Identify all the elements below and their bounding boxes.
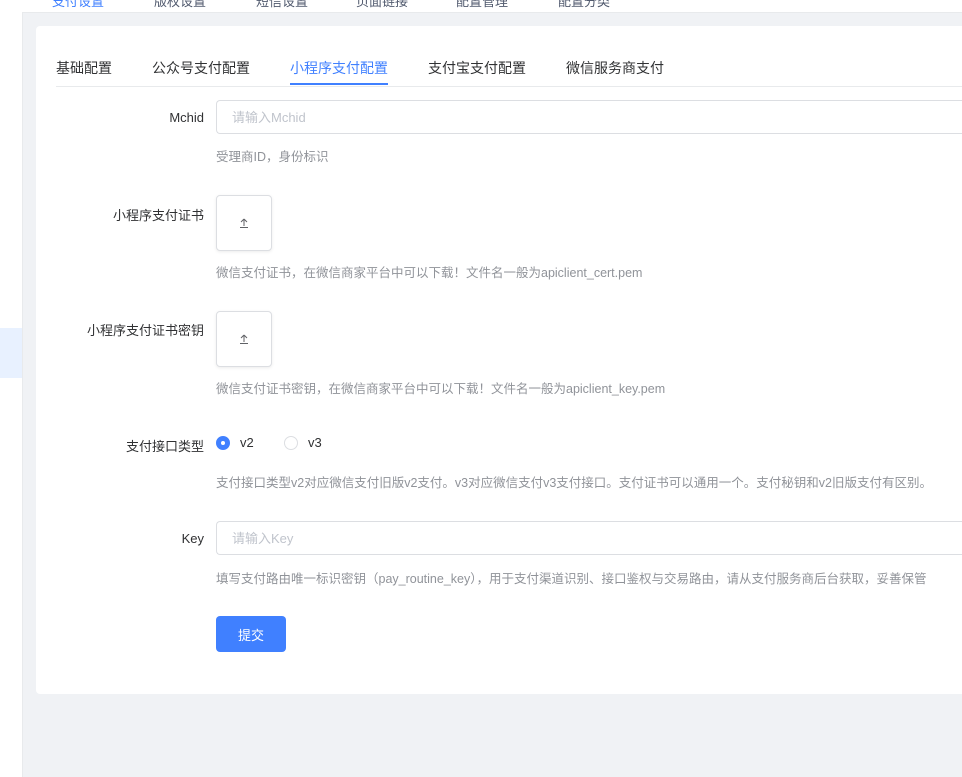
key-help: 填写支付路由唯一标识密钥（pay_routine_key），用于支付渠道识别、接… (216, 572, 927, 586)
radio-v3-label: v3 (308, 435, 322, 450)
tab-mini-program-pay[interactable]: 小程序支付配置 (290, 58, 388, 78)
cert-key-help: 微信支付证书密钥，在微信商家平台中可以下载！文件名一般为apiclient_ke… (216, 382, 666, 396)
config-tabs: 基础配置 公众号支付配置 小程序支付配置 支付宝支付配置 微信服务商支付 (56, 26, 962, 87)
mchid-help: 受理商ID，身份标识 (216, 150, 329, 164)
radio-v2-label: v2 (240, 435, 254, 450)
upload-icon (240, 334, 248, 344)
cert-key-upload-button[interactable] (216, 311, 272, 367)
mchid-label: Mchid (169, 110, 204, 125)
tab-wechat-service-provider[interactable]: 微信服务商支付 (566, 58, 664, 78)
active-tab-underline (290, 83, 388, 85)
top-tab-bar: 支付设置 版权设置 短信设置 页面链接 配置管理 配置分类 (22, 0, 962, 13)
sidebar-active-item[interactable] (0, 328, 22, 378)
radio-unchecked-icon (284, 435, 298, 450)
key-label: Key (181, 531, 204, 546)
submit-button[interactable]: 提交 (216, 616, 286, 652)
key-input[interactable] (216, 521, 962, 555)
config-card: 基础配置 公众号支付配置 小程序支付配置 支付宝支付配置 微信服务商支付 Mch… (36, 26, 962, 694)
top-tab-copyright[interactable]: 版权设置 (154, 0, 206, 10)
api-type-help: 支付接口类型v2对应微信支付旧版v2支付。v3对应微信支付v3支付接口。支付证书… (216, 476, 933, 490)
top-tab-config[interactable]: 配置管理 (456, 0, 508, 10)
tab-alipay[interactable]: 支付宝支付配置 (428, 58, 526, 78)
mchid-input[interactable] (216, 100, 962, 134)
left-sidebar (0, 0, 23, 777)
cert-key-label: 小程序支付证书密钥 (86, 323, 204, 338)
top-tab-pay-settings[interactable]: 支付设置 (52, 0, 104, 10)
cert-upload-button[interactable] (216, 195, 272, 251)
tab-official-account-pay[interactable]: 公众号支付配置 (152, 58, 250, 78)
cert-help: 微信支付证书，在微信商家平台中可以下载！文件名一般为apiclient_cert… (216, 266, 643, 280)
top-tab-sms[interactable]: 短信设置 (256, 0, 308, 10)
cert-label: 小程序支付证书 (112, 208, 204, 223)
radio-checked-icon (216, 435, 230, 450)
top-tab-links[interactable]: 页面链接 (356, 0, 408, 10)
tab-basic-config[interactable]: 基础配置 (56, 58, 112, 78)
radio-v2[interactable]: v2 (216, 435, 254, 450)
upload-icon (240, 218, 248, 228)
top-tab-category[interactable]: 配置分类 (558, 0, 610, 10)
api-type-label: 支付接口类型 (125, 439, 204, 454)
radio-v3[interactable]: v3 (284, 435, 322, 450)
